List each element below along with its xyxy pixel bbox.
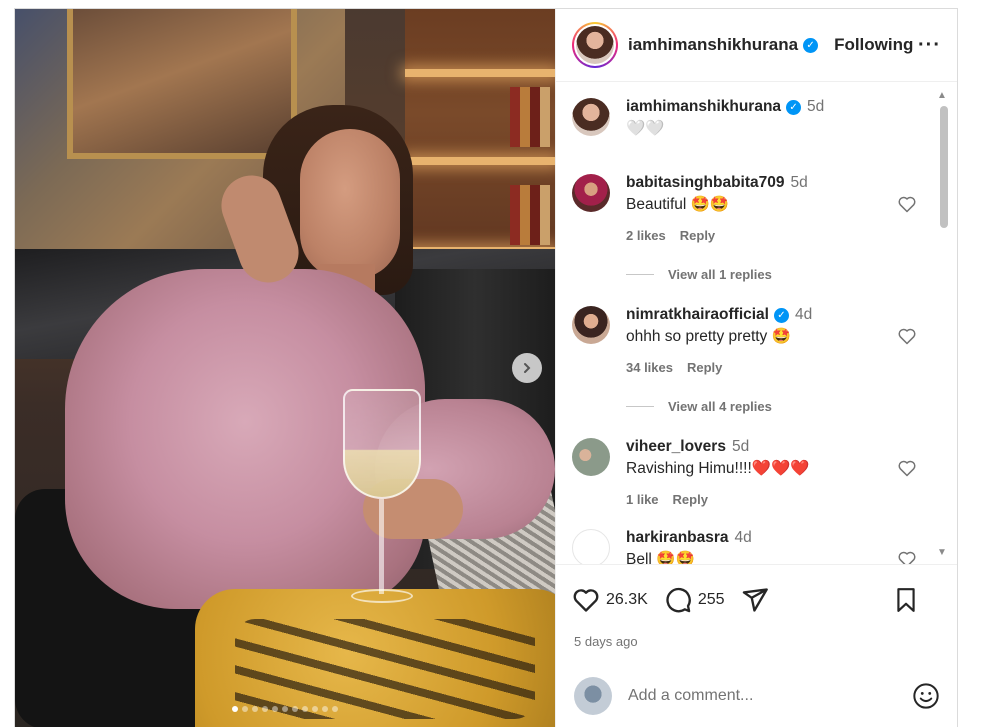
avatar[interactable]	[572, 306, 610, 344]
comment-composer	[556, 664, 958, 727]
comment-item: nimratkhairaofficial ✓ 4d ohhh so pretty p…	[572, 306, 917, 375]
caption: iamhimanshikhurana ✓ 5d 🤍🤍	[572, 98, 917, 138]
carousel-dot	[332, 706, 338, 712]
carousel-dot	[322, 706, 328, 712]
carousel-dot	[242, 706, 248, 712]
caption-time: 5d	[807, 98, 825, 115]
comments-list[interactable]: ▲ ▼ iamhimanshikhurana ✓ 5d 🤍🤍 babitasin…	[556, 82, 957, 564]
comment-time: 4d	[795, 306, 813, 323]
verified-badge-icon: ✓	[774, 308, 789, 323]
comment-likes[interactable]: 1 like	[626, 492, 659, 507]
avatar	[574, 677, 612, 715]
post-time-ago[interactable]: 5 days ago	[556, 634, 957, 664]
heart-icon	[573, 588, 599, 612]
comments-count: 255	[697, 590, 725, 608]
view-replies-button[interactable]: View all 4 replies	[626, 399, 917, 414]
comment-item: harkiranbasra 4d Bell 🤩🤩	[572, 529, 917, 564]
caption-username[interactable]: iamhimanshikhurana	[626, 98, 781, 115]
avatar	[576, 26, 614, 64]
carousel-indicator	[15, 706, 555, 712]
author-avatar[interactable]	[572, 22, 618, 68]
comment-bubble-icon	[666, 587, 691, 612]
send-icon	[742, 587, 768, 612]
comment-text: Beautiful 🤩🤩	[626, 196, 730, 213]
save-button[interactable]	[893, 586, 925, 614]
carousel-dot	[292, 706, 298, 712]
avatar[interactable]	[572, 438, 610, 476]
like-comment-heart-icon[interactable]	[897, 458, 917, 478]
view-replies-label: View all 4 replies	[668, 399, 772, 414]
reply-button[interactable]: Reply	[673, 492, 708, 507]
verified-badge-icon: ✓	[803, 37, 819, 53]
like-comment-heart-icon[interactable]	[897, 549, 917, 564]
comment-text: ohhh so pretty pretty 🤩	[626, 328, 791, 345]
comment-item: viheer_lovers 5d Ravishing Himu!!!!❤️❤️❤️…	[572, 438, 917, 507]
comment-time: 4d	[734, 529, 752, 546]
share-button[interactable]	[741, 586, 775, 614]
comment-username[interactable]: babitasinghbabita709	[626, 174, 784, 191]
carousel-dot	[302, 706, 308, 712]
like-comment-heart-icon[interactable]	[897, 326, 917, 346]
avatar[interactable]	[572, 529, 610, 564]
post-header: iamhimanshikhurana ✓ Following ···	[556, 9, 957, 82]
comment-time: 5d	[731, 438, 750, 455]
view-replies-label: View all 1 replies	[668, 267, 772, 282]
post-image[interactable]	[15, 9, 555, 727]
carousel-dot	[282, 706, 288, 712]
next-image-button[interactable]	[512, 353, 542, 383]
comment-username[interactable]: viheer_lovers	[626, 438, 726, 455]
comment-text: Bell 🤩🤩	[626, 551, 695, 564]
more-options-icon[interactable]: ···	[918, 34, 941, 57]
caption-text: 🤍🤍	[626, 120, 665, 137]
comment-likes[interactable]: 34 likes	[626, 360, 673, 375]
carousel-dot	[262, 706, 268, 712]
like-comment-heart-icon[interactable]	[897, 194, 917, 214]
comment-username[interactable]: harkiranbasra	[626, 529, 729, 546]
avatar[interactable]	[572, 174, 610, 212]
chevron-right-icon	[524, 363, 531, 373]
bookmark-icon	[897, 587, 915, 612]
post-dialog: iamhimanshikhurana ✓ Following ··· ▲ ▼ i…	[14, 8, 958, 727]
comment-username[interactable]: nimratkhairaofficial	[626, 306, 769, 323]
avatar[interactable]	[572, 98, 610, 136]
post-side-panel: iamhimanshikhurana ✓ Following ··· ▲ ▼ i…	[555, 9, 957, 727]
comment-input[interactable]	[628, 687, 912, 705]
comment-button[interactable]: 255	[664, 586, 725, 614]
view-replies-button[interactable]: View all 1 replies	[626, 267, 917, 282]
carousel-dot	[272, 706, 278, 712]
carousel-dot	[252, 706, 258, 712]
comment-item: babitasinghbabita709 5d Beautiful 🤩🤩 2 li…	[572, 174, 917, 243]
comment-text: Ravishing Himu!!!!❤️❤️❤️	[626, 460, 810, 477]
page: iamhimanshikhurana ✓ Following ··· ▲ ▼ i…	[0, 0, 988, 727]
like-button[interactable]: 26.3K	[572, 586, 648, 614]
following-button[interactable]: Following	[834, 35, 913, 55]
post-actions: 26.3K 255	[556, 564, 957, 634]
scroll-down-icon[interactable]: ▼	[937, 547, 947, 558]
comments-scrollbar[interactable]: ▲ ▼	[937, 90, 951, 558]
comment-likes[interactable]: 2 likes	[626, 228, 666, 243]
verified-badge-icon: ✓	[786, 100, 802, 115]
scroll-up-icon[interactable]: ▲	[937, 90, 947, 101]
likes-count[interactable]: 26.3K	[606, 591, 648, 609]
scrollbar-thumb[interactable]	[940, 106, 948, 228]
comment-time: 5d	[790, 174, 808, 191]
carousel-dot	[312, 706, 318, 712]
reply-button[interactable]: Reply	[687, 360, 722, 375]
reply-button[interactable]: Reply	[680, 228, 715, 243]
carousel-dot	[232, 706, 238, 712]
author-username[interactable]: iamhimanshikhurana	[628, 35, 798, 55]
emoji-icon[interactable]	[912, 682, 940, 710]
